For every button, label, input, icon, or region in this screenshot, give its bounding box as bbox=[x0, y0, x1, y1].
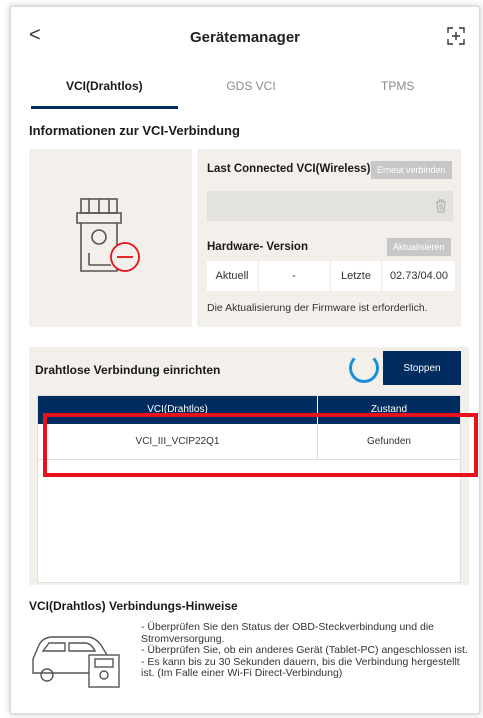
car-obd-icon bbox=[32, 636, 120, 688]
hints-title: VCI(Drahtlos) Verbindungs-Hinweise bbox=[29, 599, 238, 613]
vci-device-box bbox=[29, 149, 192, 327]
table-row[interactable]: VCI_III_VCIP22Q1 Gefunden bbox=[38, 424, 460, 460]
update-button[interactable]: Aktualisieren bbox=[387, 238, 451, 256]
hint-item: - Überprüfen Sie den Status der OBD-Stec… bbox=[141, 621, 437, 645]
hint-item: - Überprüfen Sie, ob ein anderes Gerät (… bbox=[141, 644, 468, 656]
header: < Gerätemanager bbox=[11, 7, 479, 63]
hints-list: - Überprüfen Sie den Status der OBD-Stec… bbox=[141, 621, 471, 680]
trash-icon[interactable] bbox=[435, 199, 447, 213]
tab-tpms[interactable]: TPMS bbox=[324, 69, 471, 109]
latest-version-value: 02.73/04.00 bbox=[383, 261, 455, 291]
device-manager-screen: < Gerätemanager VCI(Drahtlos) GDS VCI TP… bbox=[10, 6, 480, 714]
latest-version-label: Letzte bbox=[331, 261, 381, 291]
vci-table: VCI(Drahtlos) Zustand VCI_III_VCIP22Q1 G… bbox=[37, 395, 461, 583]
vci-disconnected-icon bbox=[76, 198, 140, 272]
page-title: Gerätemanager bbox=[189, 29, 301, 46]
firmware-update-note: Die Aktualisierung der Firmware ist erfo… bbox=[207, 302, 428, 314]
connection-section-title: Informationen zur VCI-Verbindung bbox=[29, 123, 240, 138]
table-header: VCI(Drahtlos) Zustand bbox=[38, 396, 460, 424]
column-header-status: Zustand bbox=[370, 404, 408, 415]
wireless-setup-title: Drahtlose Verbindung einrichten bbox=[35, 363, 221, 377]
column-header-vci: VCI(Drahtlos) bbox=[38, 396, 318, 424]
reconnect-button[interactable]: Erneut verbinden bbox=[371, 161, 452, 179]
tab-vci-wireless[interactable]: VCI(Drahtlos) bbox=[31, 69, 178, 109]
expand-icon[interactable] bbox=[447, 27, 465, 45]
tab-gds-vci[interactable]: GDS VCI bbox=[178, 69, 325, 109]
last-connected-vci-field bbox=[207, 191, 453, 221]
loading-spinner-icon bbox=[349, 353, 379, 383]
hardware-version-label: Hardware- Version bbox=[207, 241, 308, 253]
vci-status-cell: Gefunden bbox=[367, 436, 411, 447]
wireless-setup-section: Drahtlose Verbindung einrichten Stoppen … bbox=[29, 347, 469, 585]
stop-button[interactable]: Stoppen bbox=[383, 351, 461, 385]
tab-bar: VCI(Drahtlos) GDS VCI TPMS bbox=[31, 69, 471, 109]
last-connected-label: Last Connected VCI(Wireless) bbox=[207, 163, 371, 175]
current-version-label: Aktuell bbox=[207, 261, 257, 291]
vci-name-cell: VCI_III_VCIP22Q1 bbox=[38, 424, 318, 459]
current-version-value: - bbox=[259, 261, 329, 291]
hint-item: - Es kann bis zu 30 Sekunden dauern, bis… bbox=[141, 655, 463, 679]
connection-info-panel: Last Connected VCI(Wireless) Erneut verb… bbox=[197, 149, 461, 327]
